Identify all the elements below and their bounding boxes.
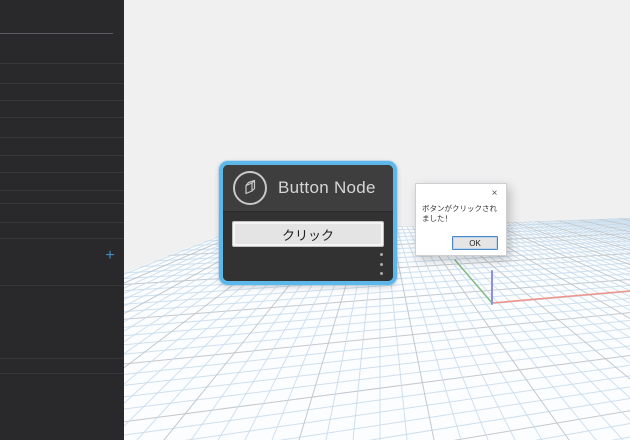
panel-divider	[0, 33, 113, 34]
kebab-menu-icon[interactable]	[375, 253, 387, 275]
panel-divider	[0, 285, 124, 286]
panel-divider	[0, 373, 124, 374]
ok-button[interactable]: OK	[452, 236, 498, 250]
panel-divider	[0, 63, 124, 64]
panel-divider	[0, 190, 124, 191]
alert-dialog: × ボタンがクリックされました！ OK	[415, 183, 507, 256]
add-button[interactable]: +	[101, 247, 119, 265]
node-3d-box-icon	[233, 171, 267, 205]
panel-divider	[0, 203, 124, 204]
panel-divider	[0, 222, 124, 223]
panel-divider	[0, 238, 124, 239]
3d-box-icon	[241, 179, 259, 197]
panel-divider	[0, 83, 124, 84]
left-panel: +	[0, 0, 124, 440]
panel-divider	[0, 117, 124, 118]
close-icon[interactable]: ×	[489, 188, 500, 199]
node-title: Button Node	[278, 178, 376, 198]
click-button[interactable]: クリック	[232, 221, 384, 247]
panel-divider	[0, 155, 124, 156]
app-window: + Button Node クリック × ボタン	[0, 0, 630, 440]
panel-divider	[0, 358, 124, 359]
node-body: クリック	[223, 212, 393, 281]
panel-divider	[0, 137, 124, 138]
dialog-message: ボタンがクリックされました！	[422, 204, 502, 224]
panel-divider	[0, 100, 124, 101]
button-node-card[interactable]: Button Node クリック	[219, 161, 397, 285]
panel-divider	[0, 172, 124, 173]
node-header: Button Node	[223, 165, 393, 212]
